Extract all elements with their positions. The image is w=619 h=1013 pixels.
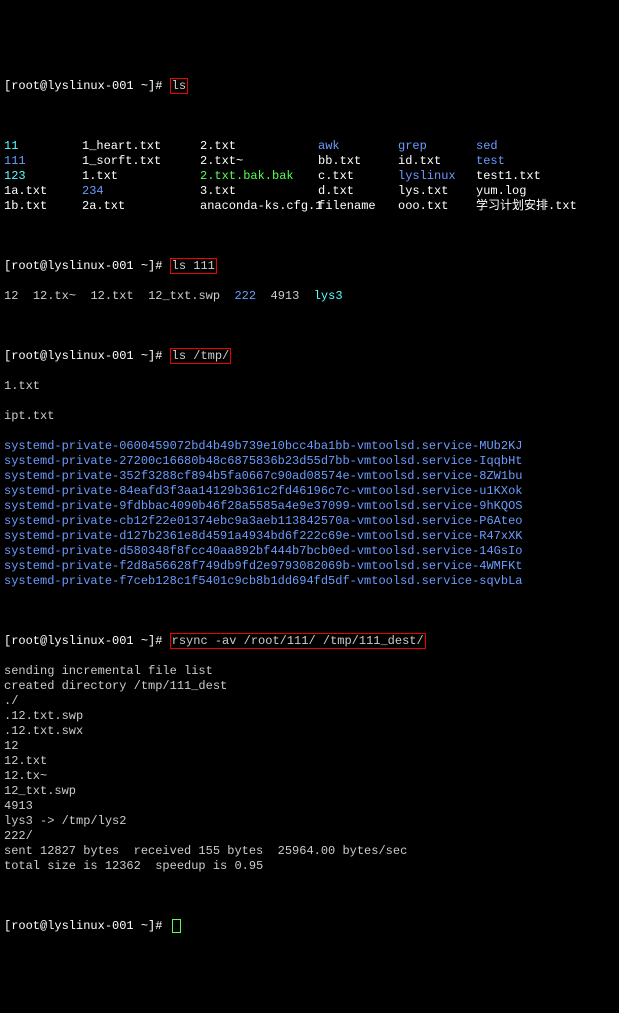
cmd-ls: ls [170, 78, 188, 94]
rsync-line: 4913 [4, 799, 615, 814]
rsync-line: ./ [4, 694, 615, 709]
ls-item: 2.txt~ [200, 154, 318, 169]
shell-prompt: [root@lyslinux-001 ~]# [4, 349, 162, 363]
shell-prompt: [root@lyslinux-001 ~]# [4, 79, 162, 93]
ls-item: lyslinux [398, 169, 476, 184]
ls-item: 11 [4, 139, 82, 154]
ls-item: 学习计划安排.txt [476, 199, 596, 214]
prompt-line: [root@lyslinux-001 ~]# ls 111 [4, 259, 615, 274]
ls-output-root: 111_heart.txt2.txtawkgrepsed 1111_sorft.t… [4, 139, 615, 214]
prompt-line: [root@lyslinux-001 ~]# ls [4, 79, 615, 94]
ls-item: 1b.txt [4, 199, 82, 214]
systemd-private-dir: systemd-private-d127b2361e8d4591a4934bd6… [4, 529, 615, 544]
rsync-line: .12.txt.swp [4, 709, 615, 724]
ls-tmp-file: ipt.txt [4, 409, 615, 424]
cursor[interactable] [172, 919, 181, 933]
ls-item: sed [476, 139, 596, 154]
systemd-private-dir: systemd-private-27200c16680b48c6875836b2… [4, 454, 615, 469]
ls-item: 1.txt [82, 169, 200, 184]
ls-item: anaconda-ks.cfg.1 [200, 199, 318, 214]
rsync-line: .12.txt.swx [4, 724, 615, 739]
ls-item: 234 [82, 184, 200, 199]
ls-item: c.txt [318, 169, 398, 184]
ls-item: test1.txt [476, 169, 596, 184]
rsync-line: created directory /tmp/111_dest [4, 679, 615, 694]
ls-item: ooo.txt [398, 199, 476, 214]
cmd-rsync: rsync -av /root/111/ /tmp/111_dest/ [170, 633, 426, 649]
ls-item: 1_heart.txt [82, 139, 200, 154]
shell-prompt: [root@lyslinux-001 ~]# [4, 919, 162, 933]
systemd-private-dir: systemd-private-0600459072bd4b49b739e10b… [4, 439, 615, 454]
ls-item: 2a.txt [82, 199, 200, 214]
ls-111-output: 12 12.tx~ 12.txt 12_txt.swp 222 4913 lys… [4, 289, 615, 304]
prompt-line: [root@lyslinux-001 ~]# ls /tmp/ [4, 349, 615, 364]
ls-item: d.txt [318, 184, 398, 199]
shell-prompt: [root@lyslinux-001 ~]# [4, 259, 162, 273]
ls-item: 1a.txt [4, 184, 82, 199]
rsync-line: total size is 12362 speedup is 0.95 [4, 859, 615, 874]
rsync-line: 12 [4, 739, 615, 754]
ls-item: yum.log [476, 184, 596, 199]
rsync-line: 12.txt [4, 754, 615, 769]
prompt-line[interactable]: [root@lyslinux-001 ~]# [4, 919, 615, 934]
cmd-ls-111: ls 111 [170, 258, 217, 274]
ls-item: 2.txt.bak.bak [200, 169, 318, 184]
ls-tmp-file: 1.txt [4, 379, 615, 394]
systemd-private-dir: systemd-private-cb12f22e01374ebc9a3aeb11… [4, 514, 615, 529]
rsync-line: 222/ [4, 829, 615, 844]
rsync-line: 12.tx~ [4, 769, 615, 784]
systemd-private-dir: systemd-private-f7ceb128c1f5401c9cb8b1dd… [4, 574, 615, 589]
ls-item: id.txt [398, 154, 476, 169]
cmd-ls-tmp: ls /tmp/ [170, 348, 232, 364]
ls-item: filename [318, 199, 398, 214]
ls-item: bb.txt [318, 154, 398, 169]
rsync-line: lys3 -> /tmp/lys2 [4, 814, 615, 829]
systemd-private-dir: systemd-private-d580348f8fcc40aa892bf444… [4, 544, 615, 559]
ls-item: 3.txt [200, 184, 318, 199]
rsync-line: sent 12827 bytes received 155 bytes 2596… [4, 844, 615, 859]
systemd-private-dir: systemd-private-352f3288cf894b5fa0667c90… [4, 469, 615, 484]
rsync-output: sending incremental file listcreated dir… [4, 664, 615, 874]
ls-item: test [476, 154, 596, 169]
rsync-line: sending incremental file list [4, 664, 615, 679]
ls-item: 2.txt [200, 139, 318, 154]
ls-item: 1_sorft.txt [82, 154, 200, 169]
ls-item: awk [318, 139, 398, 154]
systemd-private-dir: systemd-private-9fdbbac4090b46f28a5585a4… [4, 499, 615, 514]
ls-item: lys.txt [398, 184, 476, 199]
ls-item: grep [398, 139, 476, 154]
systemd-private-dir: systemd-private-f2d8a56628f749db9fd2e979… [4, 559, 615, 574]
systemd-private-dir: systemd-private-84eafd3f3aa14129b361c2fd… [4, 484, 615, 499]
systemd-listing: systemd-private-0600459072bd4b49b739e10b… [4, 439, 615, 589]
prompt-line: [root@lyslinux-001 ~]# rsync -av /root/1… [4, 634, 615, 649]
rsync-line: 12_txt.swp [4, 784, 615, 799]
ls-item: 123 [4, 169, 82, 184]
ls-item: 111 [4, 154, 82, 169]
shell-prompt: [root@lyslinux-001 ~]# [4, 634, 162, 648]
